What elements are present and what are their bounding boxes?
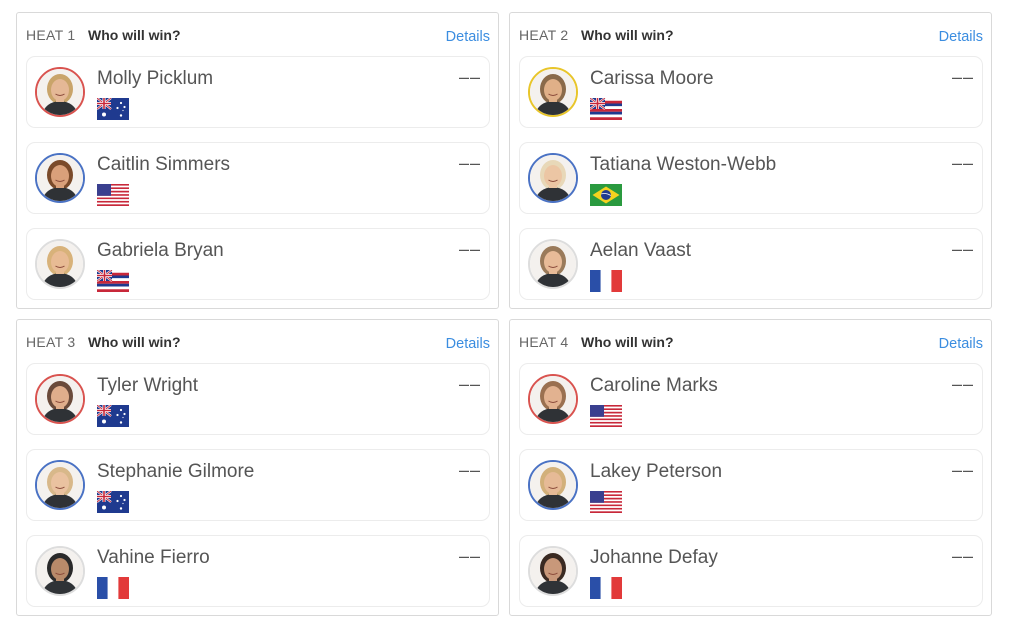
surfer-name: Vahine Fierro xyxy=(97,547,210,568)
surfer-score: –– xyxy=(458,67,481,87)
heat-label: HEAT 2 xyxy=(519,27,569,43)
surfer-score: –– xyxy=(458,239,481,259)
heat-label: HEAT 3 xyxy=(26,334,76,350)
surfer-row-tyler-wright[interactable]: Tyler Wright –– xyxy=(26,363,490,435)
surfer-row-caroline-marks[interactable]: Caroline Marks –– xyxy=(519,363,983,435)
heat-label: HEAT 4 xyxy=(519,334,569,350)
surfer-name: Tyler Wright xyxy=(97,375,199,396)
surfer-avatar xyxy=(35,374,85,424)
heat-header: HEAT 4 Who will win? Details xyxy=(519,334,983,354)
surfer-row-carissa-moore[interactable]: Carissa Moore –– xyxy=(519,56,983,128)
surfer-row-molly-picklum[interactable]: Molly Picklum –– xyxy=(26,56,490,128)
surfer-row-johanne-defay[interactable]: Johanne Defay –– xyxy=(519,535,983,607)
surfer-avatar xyxy=(35,460,85,510)
flag-fra-icon xyxy=(97,577,129,599)
heat-label: HEAT 1 xyxy=(26,27,76,43)
surfer-name: Stephanie Gilmore xyxy=(97,461,255,482)
surfer-row-caitlin-simmers[interactable]: Caitlin Simmers –– xyxy=(26,142,490,214)
surfer-score: –– xyxy=(951,67,974,87)
heat-card-1: HEAT 1 Who will win? Details Molly Pickl… xyxy=(16,12,499,309)
surfer-name: Molly Picklum xyxy=(97,68,214,89)
surfer-avatar xyxy=(528,374,578,424)
heat-header: HEAT 2 Who will win? Details xyxy=(519,27,983,47)
surfer-row-aelan-vaast[interactable]: Aelan Vaast –– xyxy=(519,228,983,300)
surfer-score: –– xyxy=(458,546,481,566)
flag-fra-icon xyxy=(590,577,622,599)
surfer-name: Tatiana Weston-Webb xyxy=(590,154,777,175)
surfer-name: Lakey Peterson xyxy=(590,461,723,482)
surfer-score: –– xyxy=(951,374,974,394)
flag-usa-icon xyxy=(590,491,622,513)
heat-card-3: HEAT 3 Who will win? Details Tyler Wrigh… xyxy=(16,319,499,616)
flag-aus-icon xyxy=(97,405,129,427)
flag-haw-icon xyxy=(590,98,622,120)
surfer-avatar xyxy=(528,239,578,289)
surfer-row-tatiana-weston-webb[interactable]: Tatiana Weston-Webb –– xyxy=(519,142,983,214)
surfer-name: Carissa Moore xyxy=(590,68,714,89)
heat-question: Who will win? xyxy=(580,27,674,43)
surfer-score: –– xyxy=(458,374,481,394)
surfer-avatar xyxy=(35,546,85,596)
flag-usa-icon xyxy=(590,405,622,427)
heat-header: HEAT 1 Who will win? Details xyxy=(26,27,490,47)
heat-header: HEAT 3 Who will win? Details xyxy=(26,334,490,354)
surfer-name: Caroline Marks xyxy=(590,375,718,396)
surfer-avatar xyxy=(528,460,578,510)
surfer-score: –– xyxy=(951,153,974,173)
surfer-score: –– xyxy=(951,460,974,480)
surfer-name: Caitlin Simmers xyxy=(97,154,231,175)
surfer-row-vahine-fierro[interactable]: Vahine Fierro –– xyxy=(26,535,490,607)
heat-card-4: HEAT 4 Who will win? Details Caroline Ma… xyxy=(509,319,992,616)
flag-fra-icon xyxy=(590,270,622,292)
surfer-score: –– xyxy=(458,153,481,173)
surfer-name: Gabriela Bryan xyxy=(97,240,224,261)
flag-haw-icon xyxy=(97,270,129,292)
flag-aus-icon xyxy=(97,98,129,120)
surfer-score: –– xyxy=(458,460,481,480)
details-link[interactable]: Details xyxy=(939,29,983,45)
surfer-name: Johanne Defay xyxy=(590,547,718,568)
surfer-avatar xyxy=(35,153,85,203)
flag-bra-icon xyxy=(590,184,622,206)
surfer-name: Aelan Vaast xyxy=(590,240,692,261)
heat-question: Who will win? xyxy=(87,334,181,350)
surfer-avatar xyxy=(35,67,85,117)
heat-card-2: HEAT 2 Who will win? Details Carissa Moo… xyxy=(509,12,992,309)
surfer-score: –– xyxy=(951,239,974,259)
surfer-score: –– xyxy=(951,546,974,566)
heat-question: Who will win? xyxy=(580,334,674,350)
heat-question: Who will win? xyxy=(87,27,181,43)
details-link[interactable]: Details xyxy=(446,29,490,45)
flag-aus-icon xyxy=(97,491,129,513)
flag-usa-icon xyxy=(97,184,129,206)
surfer-avatar xyxy=(35,239,85,289)
surfer-avatar xyxy=(528,153,578,203)
details-link[interactable]: Details xyxy=(446,336,490,352)
details-link[interactable]: Details xyxy=(939,336,983,352)
surfer-avatar xyxy=(528,546,578,596)
surfer-row-lakey-peterson[interactable]: Lakey Peterson –– xyxy=(519,449,983,521)
surfer-row-gabriela-bryan[interactable]: Gabriela Bryan –– xyxy=(26,228,490,300)
surfer-row-stephanie-gilmore[interactable]: Stephanie Gilmore –– xyxy=(26,449,490,521)
surfer-avatar xyxy=(528,67,578,117)
